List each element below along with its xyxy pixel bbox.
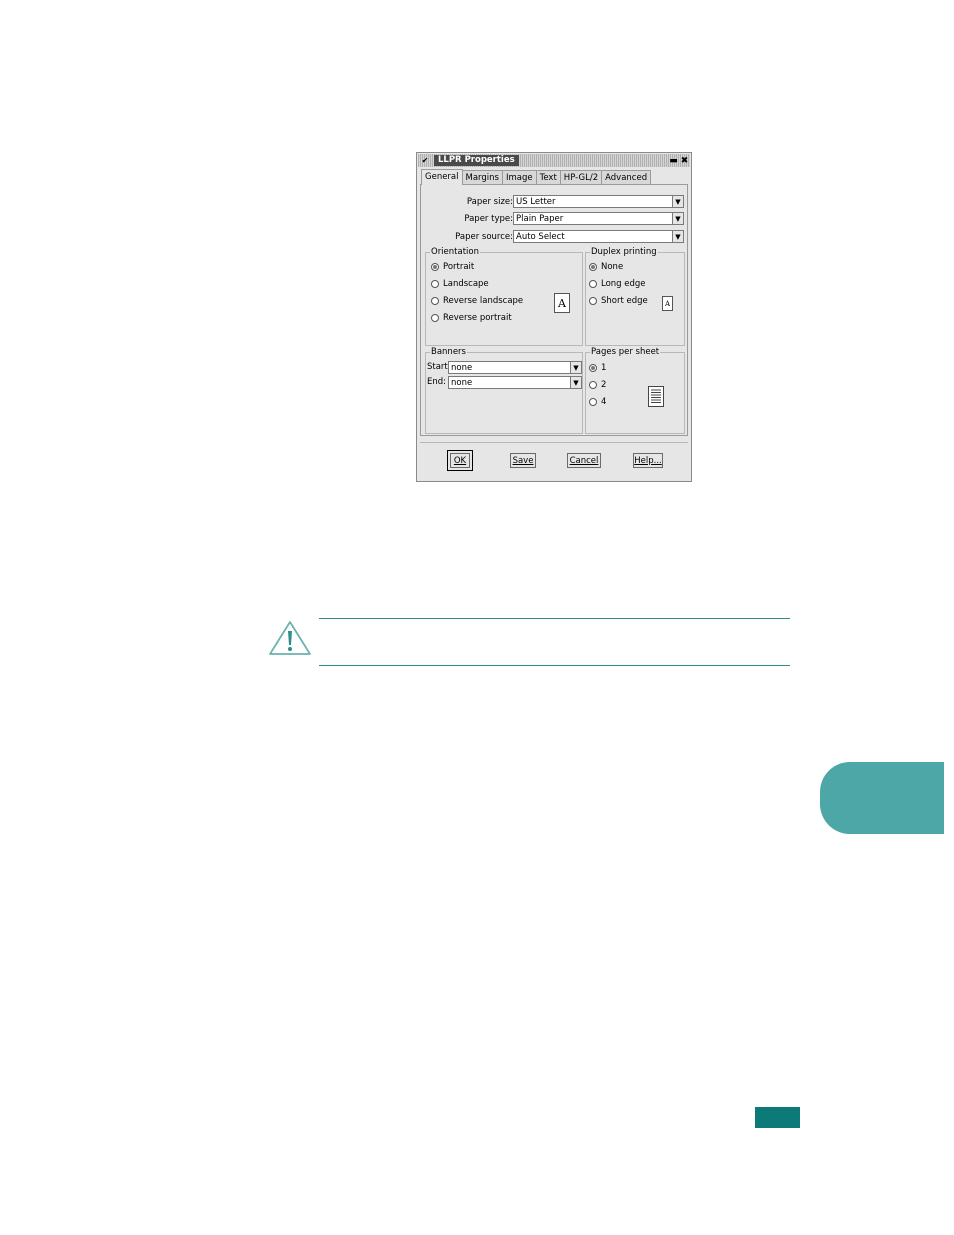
chevron-down-icon[interactable]: ▼ [672, 231, 683, 242]
duplex-long-edge[interactable]: Long edge [589, 279, 646, 289]
radio-label: None [601, 262, 624, 272]
radio-icon[interactable] [431, 314, 439, 322]
banners-legend: Banners [430, 347, 467, 357]
radio-icon[interactable] [589, 280, 597, 288]
paper-size-select[interactable]: US Letter ▼ [513, 195, 684, 208]
pages-per-sheet-legend: Pages per sheet [590, 347, 661, 357]
page-layout-preview-icon [648, 386, 664, 407]
chapter-side-tab [820, 762, 944, 834]
radio-icon[interactable] [431, 263, 439, 271]
radio-icon[interactable] [431, 280, 439, 288]
pages-per-sheet-2[interactable]: 2 [589, 380, 606, 390]
note-bottom-rule [319, 665, 790, 666]
paper-type-row: Paper type: Plain Paper ▼ [421, 212, 689, 226]
orientation-group: Orientation Portrait Landscape Reverse l… [425, 247, 583, 346]
pages-per-sheet-1[interactable]: 1 [589, 363, 606, 373]
banners-group: Banners Start: none ▼ End: none ▼ [425, 347, 583, 434]
radio-label: 2 [601, 380, 607, 390]
banner-end-select[interactable]: none ▼ [448, 376, 582, 389]
paper-type-label: Paper type: [464, 214, 513, 224]
llpr-properties-window: ✔ LLPR Properties ▬ ✖ General Margins Im… [416, 152, 692, 482]
orientation-reverse-portrait[interactable]: Reverse portrait [431, 313, 512, 323]
paper-type-select[interactable]: Plain Paper ▼ [513, 212, 684, 225]
page-number-box [755, 1107, 800, 1128]
chevron-down-icon[interactable]: ▼ [672, 196, 683, 207]
duplex-none[interactable]: None [589, 262, 623, 272]
paper-size-label: Paper size: [466, 197, 513, 207]
pages-per-sheet-group: Pages per sheet 1 2 4 [585, 347, 685, 434]
banner-end-label: End: [427, 377, 447, 387]
tab-text[interactable]: Text [535, 170, 561, 185]
close-icon[interactable]: ✖ [679, 155, 690, 166]
orientation-legend: Orientation [430, 247, 480, 257]
cancel-button-label: Cancel [569, 456, 599, 466]
chevron-down-icon[interactable]: ▼ [570, 362, 581, 373]
radio-icon[interactable] [589, 381, 597, 389]
title-bar[interactable]: ✔ LLPR Properties ▬ ✖ [418, 154, 690, 167]
caution-icon [269, 621, 311, 655]
help-button[interactable]: Help... [633, 453, 663, 468]
radio-icon[interactable] [589, 364, 597, 372]
orientation-preview-icon: A [554, 293, 570, 313]
tab-hpgl2[interactable]: HP-GL/2 [559, 170, 603, 185]
radio-icon[interactable] [589, 297, 597, 305]
save-button[interactable]: Save [510, 453, 536, 468]
paper-source-value: Auto Select [516, 232, 565, 242]
chevron-down-icon[interactable]: ▼ [672, 213, 683, 224]
duplex-short-edge[interactable]: Short edge [589, 296, 648, 306]
window-title: LLPR Properties [434, 155, 519, 166]
radio-icon[interactable] [589, 398, 597, 406]
orientation-landscape[interactable]: Landscape [431, 279, 489, 289]
radio-icon[interactable] [589, 263, 597, 271]
tab-general[interactable]: General [421, 169, 463, 185]
orientation-portrait[interactable]: Portrait [431, 262, 474, 272]
banner-start-value: none [451, 363, 473, 373]
radio-label: Landscape [443, 279, 489, 289]
radio-label: Reverse portrait [443, 313, 512, 323]
dialog-button-row: OK Save Cancel Help... [420, 442, 688, 478]
banner-start-select[interactable]: none ▼ [448, 361, 582, 374]
duplex-preview-icon: A [662, 296, 673, 311]
general-tab-panel: Paper size: US Letter ▼ Paper type: Plai… [420, 184, 688, 436]
orientation-reverse-landscape[interactable]: Reverse landscape [431, 296, 523, 306]
tab-bar: General Margins Image Text HP-GL/2 Advan… [421, 169, 652, 185]
ok-button[interactable]: OK [447, 450, 473, 471]
paper-size-value: US Letter [516, 197, 556, 207]
pages-per-sheet-4[interactable]: 4 [589, 397, 606, 407]
cancel-button[interactable]: Cancel [567, 453, 601, 468]
radio-label: Short edge [601, 296, 648, 306]
paper-source-select[interactable]: Auto Select ▼ [513, 230, 684, 243]
paper-type-value: Plain Paper [516, 214, 564, 224]
tab-advanced[interactable]: Advanced [601, 170, 652, 185]
radio-label: Long edge [601, 279, 646, 289]
chevron-down-icon[interactable]: ▼ [570, 377, 581, 388]
paper-source-label: Paper source: [455, 232, 513, 242]
paper-size-row: Paper size: US Letter ▼ [421, 195, 689, 209]
note-top-rule [319, 618, 790, 619]
window-menu-icon[interactable]: ✔ [418, 154, 432, 167]
tab-margins[interactable]: Margins [461, 170, 503, 185]
help-button-label: Help... [634, 456, 662, 466]
radio-icon[interactable] [431, 297, 439, 305]
banner-end-value: none [451, 378, 473, 388]
radio-label: Portrait [443, 262, 475, 272]
duplex-legend: Duplex printing [590, 247, 658, 257]
minimize-icon[interactable]: ▬ [668, 155, 679, 166]
tab-image[interactable]: Image [501, 170, 537, 185]
radio-label: 4 [601, 397, 607, 407]
radio-label: 1 [601, 363, 607, 373]
save-button-label: Save [512, 456, 534, 466]
radio-label: Reverse landscape [443, 296, 524, 306]
paper-source-row: Paper source: Auto Select ▼ [421, 230, 689, 244]
ok-button-label: OK [453, 456, 467, 466]
duplex-group: Duplex printing None Long edge Short edg… [585, 247, 685, 346]
